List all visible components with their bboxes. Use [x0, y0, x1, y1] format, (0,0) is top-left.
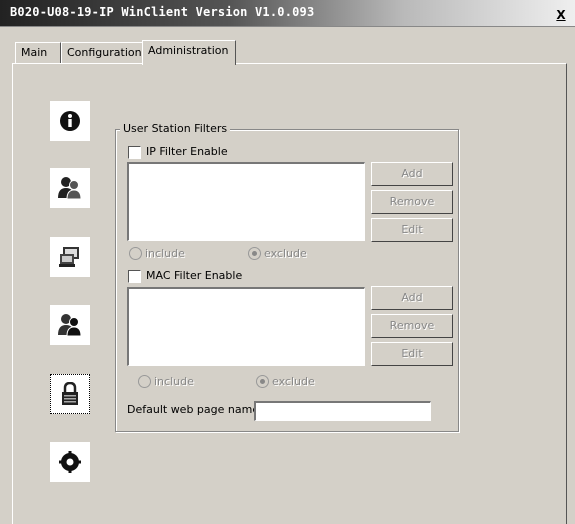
close-button[interactable]: X: [554, 8, 568, 22]
mac-remove-button[interactable]: Remove: [371, 314, 453, 338]
ip-edit-button[interactable]: Edit: [371, 218, 453, 242]
window-title: B020-U08-19-IP WinClient Version V1.0.09…: [10, 5, 315, 19]
ip-include-label: include: [145, 247, 185, 260]
mac-exclude-label: exclude: [272, 375, 315, 388]
ip-remove-button[interactable]: Remove: [371, 190, 453, 214]
lock-icon[interactable]: [50, 374, 90, 414]
ip-exclude-radio[interactable]: [248, 247, 261, 260]
mac-include-label: include: [154, 375, 194, 388]
default-web-page-input[interactable]: [254, 401, 431, 421]
info-icon[interactable]: [50, 101, 90, 141]
tab-administration[interactable]: Administration: [142, 40, 236, 65]
ip-filter-enable-label: IP Filter Enable: [146, 145, 228, 158]
tab-configuration[interactable]: Configuration: [61, 42, 151, 63]
ip-include-radio[interactable]: [129, 247, 142, 260]
gear-icon[interactable]: [50, 442, 90, 482]
title-bar: B020-U08-19-IP WinClient Version V1.0.09…: [0, 0, 575, 27]
ip-exclude-label: exclude: [264, 247, 307, 260]
computer-icon[interactable]: [50, 237, 90, 277]
mac-edit-button[interactable]: Edit: [371, 342, 453, 366]
tab-main[interactable]: Main: [15, 42, 61, 63]
ip-add-button[interactable]: Add: [371, 162, 453, 186]
user-station-filters-label: User Station Filters: [120, 122, 231, 135]
ip-filter-list[interactable]: [127, 162, 365, 241]
users-icon[interactable]: [50, 168, 90, 208]
default-web-page-label: Default web page name: [127, 403, 260, 416]
mac-add-button[interactable]: Add: [371, 286, 453, 310]
mac-filter-list[interactable]: [127, 287, 365, 366]
mac-exclude-radio[interactable]: [256, 375, 269, 388]
ip-filter-enable-checkbox[interactable]: [128, 146, 141, 159]
mac-filter-enable-checkbox[interactable]: [128, 270, 141, 283]
user-admin-icon[interactable]: [50, 305, 90, 345]
mac-include-radio[interactable]: [138, 375, 151, 388]
mac-filter-enable-label: MAC Filter Enable: [146, 269, 243, 282]
